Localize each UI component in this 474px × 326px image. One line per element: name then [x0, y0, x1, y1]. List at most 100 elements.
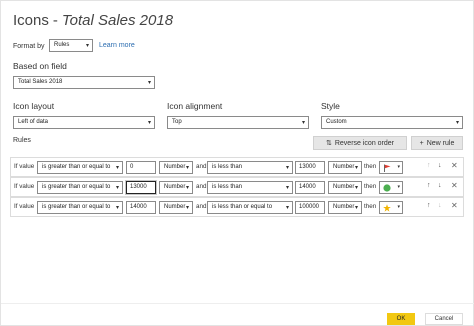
chevron-down-icon: ▾: [301, 120, 305, 126]
dialog-title-field: Total Sales 2018: [61, 12, 174, 29]
style-select[interactable]: Custom ▾: [321, 116, 463, 129]
icons-dialog: Icons - Total Sales 2018 Format by Rules ▾…: [0, 0, 474, 326]
chevron-down-icon: ▾: [455, 120, 459, 126]
rule-operator-select[interactable]: is less than or equal to ▾: [207, 201, 293, 214]
chevron-down-icon: ▾: [354, 205, 358, 211]
rule-type-value: Number: [333, 164, 355, 170]
reverse-icon-order-label: Reverse icon order: [334, 139, 394, 147]
delete-rule-icon[interactable]: ✕: [451, 201, 458, 210]
delete-rule-icon[interactable]: ✕: [451, 181, 458, 190]
format-by-label: Format by: [13, 43, 45, 50]
rule-operator-value: is less than: [212, 184, 243, 190]
rule-icon-select[interactable]: ▾: [379, 161, 403, 174]
rule-operator-value: is greater than or equal to: [42, 164, 111, 170]
and-label: and: [196, 163, 207, 170]
rule-type-value: Number: [164, 184, 186, 190]
move-down-icon[interactable]: ↓: [438, 202, 442, 209]
rule-row: If value is greater than or equal to ▾ 0…: [10, 157, 464, 177]
icon-alignment-value: Top: [172, 119, 182, 125]
green-circle-icon: [383, 184, 391, 192]
rule-type-select[interactable]: Number ▾: [328, 161, 362, 174]
rule-operator-select[interactable]: is less than ▾: [207, 161, 293, 174]
dialog-title: Icons - Total Sales 2018: [13, 12, 173, 29]
chevron-down-icon: ▾: [185, 165, 189, 171]
then-label: then: [364, 163, 377, 170]
rule-type-select[interactable]: Number ▾: [159, 201, 193, 214]
chevron-down-icon: ▾: [147, 120, 151, 126]
cancel-button[interactable]: Cancel: [425, 313, 463, 325]
if-value-label: If value: [14, 183, 35, 190]
reverse-arrows-icon: ⇅: [325, 140, 332, 147]
rule-icon-select[interactable]: ▾: [379, 201, 403, 214]
style-label: Style: [321, 101, 340, 111]
rule-operator-select[interactable]: is greater than or equal to ▾: [37, 181, 123, 194]
dialog-title-text: Icons: [13, 12, 49, 29]
gold-star-icon: [383, 204, 391, 212]
based-on-field-select[interactable]: Total Sales 2018 ▾: [13, 76, 155, 89]
chevron-down-icon: ▾: [285, 165, 289, 171]
icon-layout-select[interactable]: Left of data ▾: [13, 116, 155, 129]
rule-value-input[interactable]: 13000: [126, 181, 156, 194]
rule-value-input[interactable]: 100000: [295, 201, 325, 214]
rule-type-select[interactable]: Number ▾: [159, 181, 193, 194]
and-label: and: [196, 183, 207, 190]
chevron-down-icon: ▾: [147, 80, 151, 86]
move-down-icon[interactable]: ↓: [438, 182, 442, 189]
rule-type-value: Number: [164, 164, 186, 170]
rule-value-input[interactable]: 14000: [295, 181, 325, 194]
rule-operator-value: is greater than or equal to: [42, 204, 111, 210]
format-by-select[interactable]: Rules ▾: [49, 39, 93, 52]
new-rule-button[interactable]: + New rule: [411, 136, 463, 150]
new-rule-label: New rule: [426, 139, 455, 147]
based-on-field-label: Based on field: [13, 61, 67, 71]
then-label: then: [364, 203, 377, 210]
move-down-icon[interactable]: ↓: [438, 162, 442, 169]
ok-button[interactable]: OK: [387, 313, 415, 325]
plus-icon: +: [419, 139, 424, 147]
reverse-icon-order-button[interactable]: ⇅ Reverse icon order: [313, 136, 407, 150]
rule-value-input[interactable]: 0: [126, 161, 156, 174]
rule-operator-value: is less than: [212, 164, 243, 170]
chevron-down-icon: ▾: [115, 165, 119, 171]
then-label: then: [364, 183, 377, 190]
rule-type-select[interactable]: Number ▾: [328, 201, 362, 214]
rule-operator-select[interactable]: is greater than or equal to ▾: [37, 201, 123, 214]
and-label: and: [196, 203, 207, 210]
rule-type-select[interactable]: Number ▾: [328, 181, 362, 194]
move-up-icon[interactable]: ↑: [427, 162, 431, 169]
rules-label: Rules: [13, 137, 31, 144]
icon-layout-label: Icon layout: [13, 101, 55, 111]
chevron-down-icon: ▾: [354, 185, 358, 191]
rule-icon-select[interactable]: ▾: [379, 181, 403, 194]
if-value-label: If value: [14, 203, 35, 210]
rule-operator-select[interactable]: is greater than or equal to ▾: [37, 161, 123, 174]
chevron-down-icon: ▾: [397, 204, 400, 210]
delete-rule-icon[interactable]: ✕: [451, 161, 458, 170]
rule-value-input[interactable]: 13000: [295, 161, 325, 174]
chevron-down-icon: ▾: [115, 205, 119, 211]
rule-type-value: Number: [333, 204, 355, 210]
icon-alignment-select[interactable]: Top ▾: [167, 116, 309, 129]
chevron-down-icon: ▾: [285, 185, 289, 191]
based-on-field-value: Total Sales 2018: [18, 79, 63, 85]
chevron-down-icon: ▾: [397, 184, 400, 190]
rule-row: If value is greater than or equal to ▾ 1…: [10, 197, 464, 217]
rule-operator-value: is less than or equal to: [212, 204, 273, 210]
chevron-down-icon: ▾: [185, 205, 189, 211]
move-up-icon[interactable]: ↑: [427, 182, 431, 189]
chevron-down-icon: ▾: [185, 185, 189, 191]
rule-value-input[interactable]: 14000: [126, 201, 156, 214]
rule-operator-select[interactable]: is less than ▾: [207, 181, 293, 194]
chevron-down-icon: ▾: [397, 164, 400, 170]
learn-more-link[interactable]: Learn more: [99, 42, 135, 49]
chevron-down-icon: ▾: [115, 185, 119, 191]
red-flag-icon: [384, 164, 391, 172]
chevron-down-icon: ▾: [354, 165, 358, 171]
move-up-icon[interactable]: ↑: [427, 202, 431, 209]
icon-alignment-label: Icon alignment: [167, 101, 223, 111]
chevron-down-icon: ▾: [285, 205, 289, 211]
rule-type-value: Number: [164, 204, 186, 210]
chevron-down-icon: ▾: [85, 43, 89, 49]
rule-type-select[interactable]: Number ▾: [159, 161, 193, 174]
if-value-label: If value: [14, 163, 35, 170]
